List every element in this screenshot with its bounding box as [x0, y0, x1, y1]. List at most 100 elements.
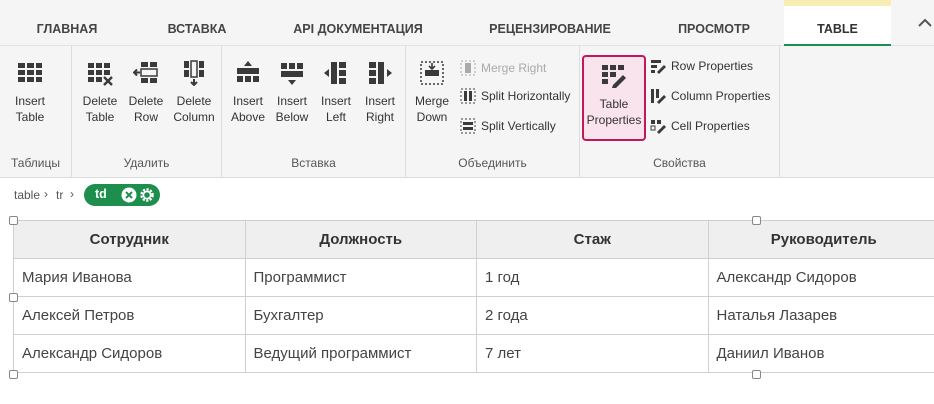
- merge-right-icon: [460, 60, 476, 76]
- table-cell[interactable]: Даниил Иванов: [707, 334, 934, 373]
- row-properties-button[interactable]: Row Properties: [650, 56, 760, 76]
- table-properties-icon: [602, 65, 626, 88]
- insert-right-label: Insert Right: [364, 94, 395, 124]
- resize-handle-left[interactable]: [9, 293, 18, 302]
- group-label-insert: Вставка: [291, 156, 336, 170]
- resize-handle-bottom[interactable]: [752, 370, 761, 379]
- tab-api-docs[interactable]: API ДОКУМЕНТАЦИЯ: [260, 0, 456, 46]
- breadcrumb-current-chip[interactable]: td: [84, 184, 160, 206]
- table-cell[interactable]: 1 год: [476, 258, 709, 297]
- delete-row-icon: [133, 62, 158, 83]
- insert-left-icon: [324, 62, 346, 84]
- delete-column-button[interactable]: Delete Column: [170, 60, 218, 144]
- chevron-up-icon[interactable]: [916, 16, 934, 30]
- group-label-merge: Объединить: [458, 156, 527, 170]
- ribbon-toolbar: Insert Table Таблицы Delete Table Delete…: [0, 46, 934, 178]
- close-icon[interactable]: [121, 187, 137, 203]
- cell-properties-icon: [650, 120, 666, 134]
- group-delete: Delete Table Delete Row Delete Column Уд…: [72, 46, 222, 178]
- breadcrumb-item-tr[interactable]: tr: [56, 188, 63, 202]
- merge-right-label: Merge Right: [481, 61, 547, 75]
- table-cell[interactable]: 2 года: [476, 296, 709, 335]
- group-label-tables: Таблицы: [10, 156, 60, 170]
- resize-handle-top[interactable]: [752, 216, 761, 225]
- table-cell[interactable]: Алексей Петров: [13, 296, 246, 335]
- delete-table-icon: [88, 63, 113, 86]
- delete-row-label: Delete Row: [128, 94, 164, 124]
- table-row: Алексей Петров Бухгалтер 2 года Наталья …: [13, 296, 934, 335]
- insert-table-button[interactable]: Insert Table: [8, 60, 52, 144]
- column-properties-icon: [651, 89, 666, 104]
- insert-above-button[interactable]: Insert Above: [226, 60, 270, 144]
- table-cell[interactable]: Александр Сидоров: [707, 258, 934, 297]
- chevron-right-icon: ›: [44, 187, 48, 201]
- editor-table-container: Сотрудник Должность Стаж Руководитель Ма…: [13, 220, 934, 373]
- insert-below-button[interactable]: Insert Below: [270, 60, 314, 144]
- split-vertically-icon: [460, 118, 476, 134]
- tab-review[interactable]: РЕЦЕНЗИРОВАНИЕ: [456, 0, 644, 46]
- table-header-row: Сотрудник Должность Стаж Руководитель: [13, 220, 934, 259]
- group-label-delete: Удалить: [123, 156, 170, 170]
- delete-column-icon: [184, 60, 204, 86]
- group-label-properties: Свойства: [653, 156, 706, 170]
- table-cell[interactable]: Бухгалтер: [244, 296, 477, 335]
- ribbon-tab-bar: ГЛАВНАЯ ВСТАВКА API ДОКУМЕНТАЦИЯ РЕЦЕНЗИ…: [0, 0, 934, 47]
- delete-table-button[interactable]: Delete Table: [78, 60, 122, 144]
- merge-down-label: Merge Down: [414, 94, 449, 124]
- tab-insert[interactable]: ВСТАВКА: [134, 0, 260, 46]
- merge-right-button[interactable]: Merge Right: [460, 58, 572, 78]
- insert-right-button[interactable]: Insert Right: [358, 60, 402, 144]
- table-properties-label: Table Properties: [586, 97, 642, 127]
- tab-table[interactable]: TABLE: [784, 0, 891, 47]
- column-header[interactable]: Стаж: [476, 220, 709, 259]
- split-horizontally-icon: [460, 88, 476, 104]
- insert-below-label: Insert Below: [275, 94, 309, 124]
- table-cell[interactable]: Программист: [244, 258, 477, 297]
- column-properties-label: Column Properties: [671, 89, 771, 103]
- table-cell[interactable]: Наталья Лазарев: [707, 296, 934, 335]
- insert-above-icon: [237, 61, 259, 82]
- insert-table-label: Insert Table: [14, 94, 45, 124]
- table-cell[interactable]: Ведущий программист: [244, 334, 477, 373]
- data-table: Сотрудник Должность Стаж Руководитель Ма…: [13, 220, 934, 373]
- insert-above-label: Insert Above: [230, 94, 266, 124]
- breadcrumb-current-label: td: [95, 187, 107, 201]
- group-properties: Table Properties Row Properties Column P…: [580, 46, 780, 178]
- delete-row-button[interactable]: Delete Row: [124, 60, 168, 144]
- cell-properties-label: Cell Properties: [671, 119, 750, 133]
- split-horizontally-button[interactable]: Split Horizontally: [460, 86, 578, 106]
- insert-below-icon: [281, 63, 303, 85]
- insert-right-icon: [369, 62, 392, 84]
- column-properties-button[interactable]: Column Properties: [650, 86, 776, 106]
- cell-properties-button[interactable]: Cell Properties: [650, 116, 750, 136]
- column-header[interactable]: Сотрудник: [13, 220, 246, 259]
- table-cell[interactable]: 7 лет: [476, 334, 709, 373]
- delete-column-label: Delete Column: [173, 94, 215, 124]
- insert-table-icon: [18, 63, 42, 82]
- table-properties-button[interactable]: Table Properties: [582, 55, 646, 141]
- group-insert: Insert Above Insert Below Insert Left In…: [222, 46, 406, 178]
- gear-icon[interactable]: [139, 187, 155, 203]
- group-merge: Merge Down Merge Right Split Horizontall…: [406, 46, 580, 178]
- group-tables: Insert Table Таблицы: [0, 46, 72, 178]
- tab-view[interactable]: ПРОСМОТР: [644, 0, 784, 46]
- table-row: Мария Иванова Программист 1 год Александ…: [13, 258, 934, 297]
- delete-table-label: Delete Table: [82, 94, 118, 124]
- row-properties-label: Row Properties: [671, 59, 754, 73]
- split-vertically-button[interactable]: Split Vertically: [460, 116, 570, 136]
- insert-left-button[interactable]: Insert Left: [314, 60, 358, 144]
- tab-home[interactable]: ГЛАВНАЯ: [0, 0, 134, 46]
- merge-down-button[interactable]: Merge Down: [412, 60, 452, 144]
- table-cell[interactable]: Мария Иванова: [13, 258, 246, 297]
- resize-handle-top-left[interactable]: [9, 216, 18, 225]
- merge-down-icon: [420, 61, 444, 85]
- table-cell[interactable]: Александр Сидоров: [13, 334, 246, 373]
- column-header[interactable]: Должность: [244, 220, 477, 259]
- chevron-right-icon: ›: [70, 187, 74, 201]
- split-horizontally-label: Split Horizontally: [481, 89, 571, 103]
- split-vertically-label: Split Vertically: [481, 119, 556, 133]
- resize-handle-bottom-left[interactable]: [9, 370, 18, 379]
- breadcrumb-item-table[interactable]: table: [14, 188, 40, 202]
- insert-left-label: Insert Left: [320, 94, 351, 124]
- column-header[interactable]: Руководитель: [707, 220, 934, 259]
